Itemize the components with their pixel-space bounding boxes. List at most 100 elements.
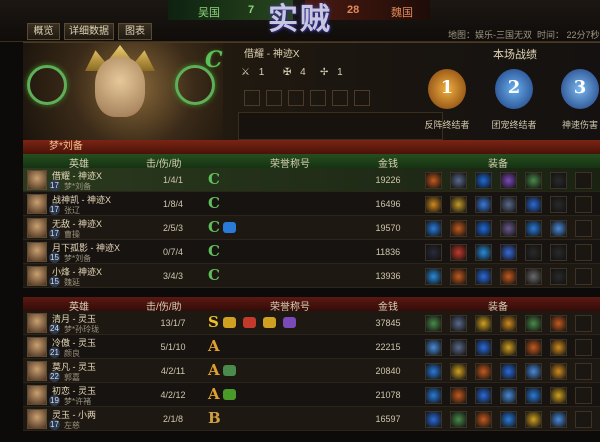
player-row[interactable]: 21 冷傲 - 灵玉 颜良 5/1/10 A 22215 bbox=[23, 335, 600, 359]
equip-item-icon[interactable] bbox=[425, 196, 442, 213]
player-row[interactable]: 17 战神凯 - 神迹X 张辽 1/8/4 C 16496 bbox=[23, 192, 600, 216]
equip-item-icon[interactable] bbox=[550, 220, 567, 237]
equip-item-icon[interactable] bbox=[500, 387, 517, 404]
equip-item-icon[interactable] bbox=[425, 268, 442, 285]
equip-item-icon[interactable] bbox=[525, 363, 542, 380]
tab-overview[interactable]: 概览 bbox=[27, 23, 60, 40]
kda-value: 5/1/10 bbox=[160, 342, 186, 352]
honor-title-icon[interactable] bbox=[263, 317, 276, 328]
equip-item-icon[interactable] bbox=[525, 172, 542, 189]
equip-item-icon[interactable] bbox=[550, 411, 567, 428]
player-row[interactable]: 24 清月 - 灵玉 梦*孙玲珑 13/1/7 S 37845 bbox=[23, 311, 600, 335]
equip-item-icon[interactable] bbox=[450, 196, 467, 213]
hero-avatar[interactable] bbox=[27, 313, 47, 333]
equip-slot[interactable] bbox=[288, 90, 304, 106]
equip-item-icon[interactable] bbox=[525, 268, 542, 285]
tab-charts[interactable]: 图表 bbox=[118, 23, 152, 40]
equip-item-icon[interactable] bbox=[475, 339, 492, 356]
equip-item-icon[interactable] bbox=[475, 411, 492, 428]
equip-item-icon[interactable] bbox=[450, 387, 467, 404]
equip-item-icon[interactable] bbox=[550, 339, 567, 356]
equip-item-icon[interactable] bbox=[450, 411, 467, 428]
hero-avatar[interactable] bbox=[27, 194, 47, 214]
equip-item-icon[interactable] bbox=[475, 363, 492, 380]
player-row[interactable]: 19 初恋 - 灵玉 梦*许褚 4/2/12 A 21078 bbox=[23, 383, 600, 407]
equip-item-icon[interactable] bbox=[425, 411, 442, 428]
equip-item-icon[interactable] bbox=[450, 315, 467, 332]
medal-icon[interactable]: 3 bbox=[561, 69, 599, 109]
equip-item-icon[interactable] bbox=[450, 244, 467, 261]
equip-item-icon[interactable] bbox=[475, 220, 492, 237]
equip-item-icon[interactable] bbox=[525, 244, 542, 261]
equip-item-icon[interactable] bbox=[525, 339, 542, 356]
equip-item-icon[interactable] bbox=[525, 411, 542, 428]
equip-slot[interactable] bbox=[266, 90, 282, 106]
equip-item-icon[interactable] bbox=[500, 244, 517, 261]
equip-item-icon[interactable] bbox=[450, 172, 467, 189]
honor-title-icon[interactable] bbox=[283, 317, 296, 328]
equip-item-icon[interactable] bbox=[425, 172, 442, 189]
hero-avatar[interactable] bbox=[27, 337, 47, 357]
equip-item-icon[interactable] bbox=[425, 387, 442, 404]
equip-item-icon[interactable] bbox=[550, 244, 567, 261]
equip-slot[interactable] bbox=[354, 90, 370, 106]
equip-item-icon[interactable] bbox=[550, 363, 567, 380]
equip-item-icon[interactable] bbox=[550, 315, 567, 332]
equip-item-icon[interactable] bbox=[475, 268, 492, 285]
equip-item-icon[interactable] bbox=[525, 220, 542, 237]
equip-item-icon[interactable] bbox=[450, 220, 467, 237]
equip-item-icon[interactable] bbox=[500, 172, 517, 189]
hero-avatar[interactable] bbox=[27, 361, 47, 381]
equip-item-icon[interactable] bbox=[475, 387, 492, 404]
equip-item-icon[interactable] bbox=[425, 315, 442, 332]
equip-item-icon[interactable] bbox=[500, 315, 517, 332]
hero-avatar[interactable] bbox=[27, 218, 47, 238]
medal-icon[interactable]: 2 bbox=[495, 69, 533, 109]
hero-avatar[interactable] bbox=[27, 385, 47, 405]
equip-item-icon[interactable] bbox=[450, 339, 467, 356]
equip-item-icon[interactable] bbox=[550, 268, 567, 285]
equip-item-icon[interactable] bbox=[475, 244, 492, 261]
honor-title-icon[interactable] bbox=[223, 365, 236, 376]
honor-title-icon[interactable] bbox=[223, 389, 236, 400]
hero-avatar[interactable] bbox=[27, 242, 47, 262]
hero-avatar[interactable] bbox=[27, 409, 47, 429]
equip-item-icon[interactable] bbox=[500, 220, 517, 237]
equip-item-icon[interactable] bbox=[550, 172, 567, 189]
player-row[interactable]: 22 莫凡 - 灵玉 郭嘉 4/2/11 A 20840 bbox=[23, 359, 600, 383]
equip-item-icon[interactable] bbox=[475, 196, 492, 213]
equip-item-icon[interactable] bbox=[450, 268, 467, 285]
equip-item-icon[interactable] bbox=[500, 339, 517, 356]
equip-slot[interactable] bbox=[310, 90, 326, 106]
player-row[interactable]: 17 无敌 - 神迹X 曹操 2/5/3 C 19570 bbox=[23, 216, 600, 240]
equip-item-icon[interactable] bbox=[500, 196, 517, 213]
player-row[interactable]: 17 借耀 - 神迹X 梦*刘备 1/4/1 C 19226 bbox=[23, 168, 600, 192]
equip-item-icon[interactable] bbox=[500, 411, 517, 428]
equip-item-icon[interactable] bbox=[500, 268, 517, 285]
honor-title-icon[interactable] bbox=[243, 317, 256, 328]
player-row[interactable]: 15 小烽 - 神迹X 魏延 3/4/3 C 13936 bbox=[23, 264, 600, 288]
hero-avatar[interactable] bbox=[27, 170, 47, 190]
equip-item-icon[interactable] bbox=[475, 172, 492, 189]
honor-title-icon[interactable] bbox=[223, 222, 236, 233]
player-row[interactable]: 15 月下孤影 - 神迹X 梦*刘备 0/7/4 C 11836 bbox=[23, 240, 600, 264]
equip-item-icon[interactable] bbox=[525, 315, 542, 332]
equip-slot[interactable] bbox=[332, 90, 348, 106]
equip-item-icon[interactable] bbox=[525, 387, 542, 404]
tab-details[interactable]: 详细数据 bbox=[64, 23, 114, 40]
equip-item-icon[interactable] bbox=[525, 196, 542, 213]
equip-item-icon[interactable] bbox=[425, 244, 442, 261]
equip-item-icon[interactable] bbox=[425, 220, 442, 237]
equip-item-icon[interactable] bbox=[500, 363, 517, 380]
equip-slot[interactable] bbox=[244, 90, 260, 106]
equip-item-icon[interactable] bbox=[425, 339, 442, 356]
equip-item-icon[interactable] bbox=[550, 196, 567, 213]
player-row[interactable]: 17 灵玉 - 小两 左慈 2/1/8 B 16597 bbox=[23, 407, 600, 431]
equip-item-icon[interactable] bbox=[425, 363, 442, 380]
honor-title-icon[interactable] bbox=[223, 317, 236, 328]
hero-avatar[interactable] bbox=[27, 266, 47, 286]
equip-item-icon[interactable] bbox=[450, 363, 467, 380]
equip-item-icon[interactable] bbox=[475, 315, 492, 332]
equip-item-icon[interactable] bbox=[550, 387, 567, 404]
medal-icon[interactable]: 1 bbox=[428, 69, 466, 109]
